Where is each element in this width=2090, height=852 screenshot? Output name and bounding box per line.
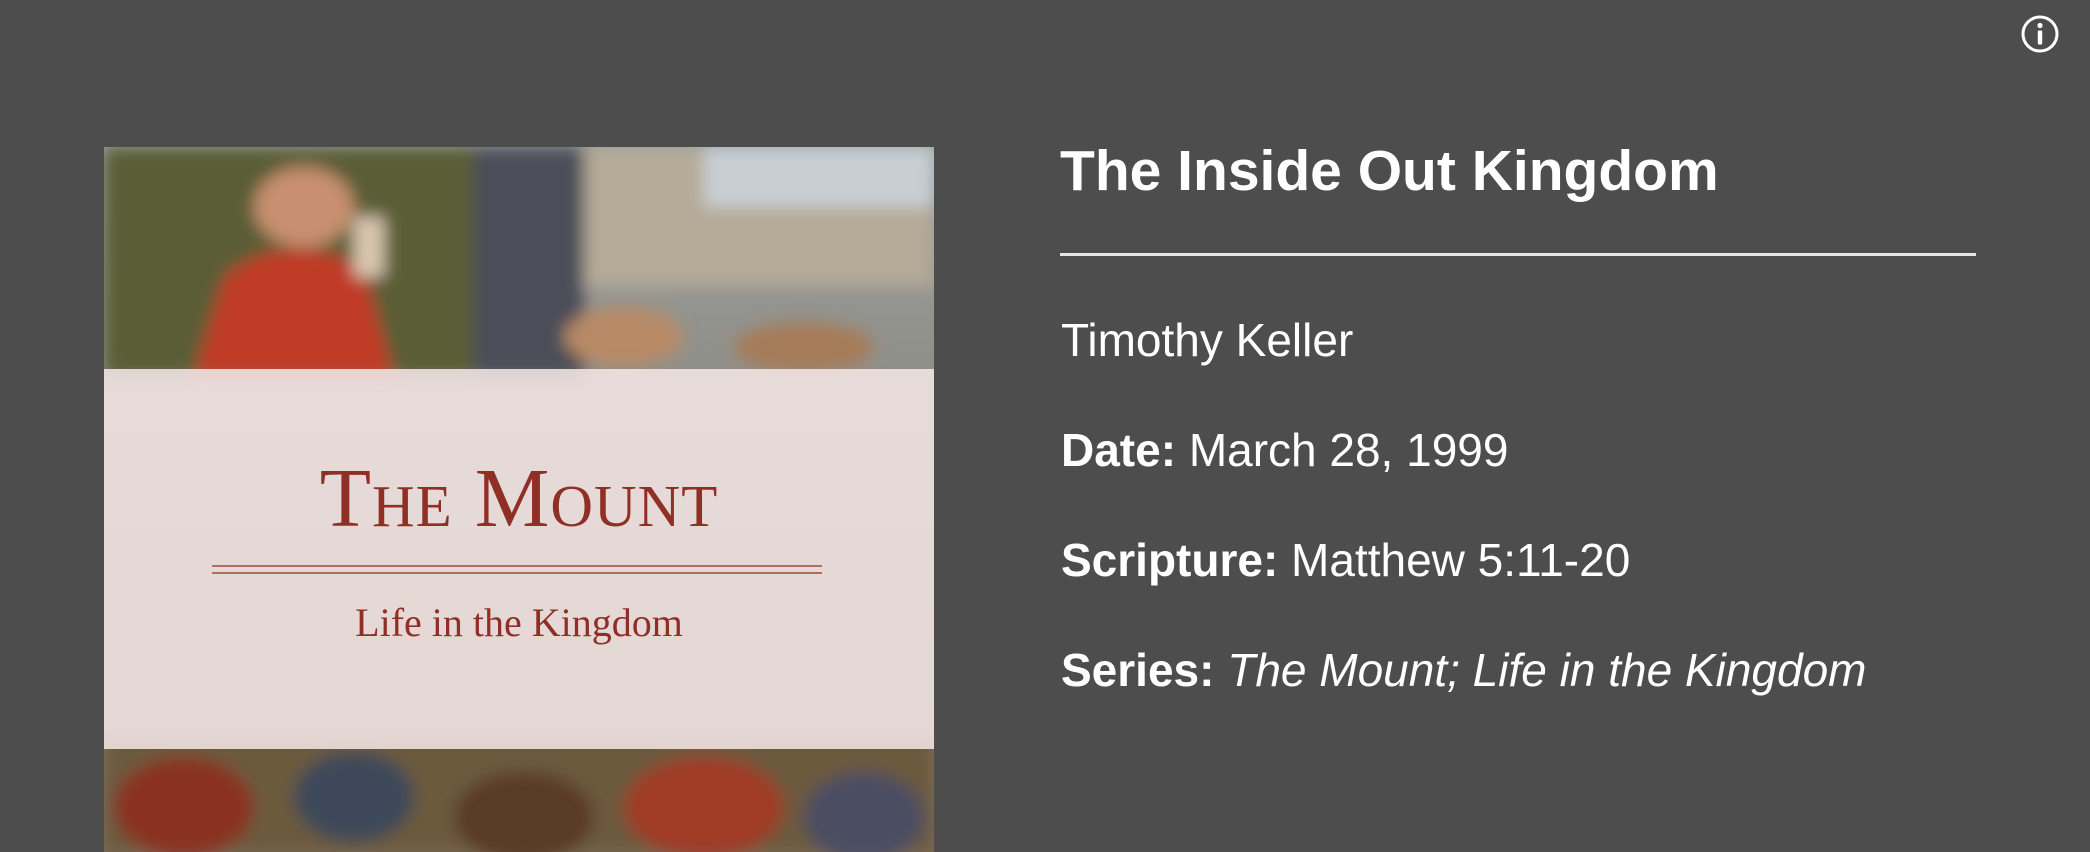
date-label: Date: — [1061, 424, 1189, 476]
artwork-title: The Mount — [319, 452, 719, 545]
speaker-name: Timothy Keller — [1061, 314, 1354, 366]
sermon-details: The Inside Out Kingdom Timothy Keller Da… — [1060, 130, 1980, 696]
artwork-subtitle: Life in the Kingdom — [355, 600, 683, 645]
artwork-divider — [212, 572, 822, 574]
artwork-divider — [212, 565, 822, 567]
info-button[interactable] — [2020, 14, 2060, 54]
sermon-detail-screen: The Mount Life in the Kingdom The Inside… — [0, 0, 2090, 852]
sermon-artwork: The Mount Life in the Kingdom — [104, 147, 934, 852]
series-label: Series: — [1061, 644, 1228, 696]
info-icon — [2021, 15, 2059, 53]
sermon-title: The Inside Out Kingdom — [1060, 139, 1719, 203]
scripture-value: Matthew 5:11-20 — [1291, 534, 1631, 586]
date-value: March 28, 1999 — [1188, 424, 1509, 476]
artwork-title-band — [104, 369, 934, 749]
scripture-label: Scripture: — [1061, 534, 1292, 586]
date-row: Date: March 28, 1999 — [1061, 420, 1508, 480]
scripture-row: Scripture: Matthew 5:11-20 — [1061, 530, 1630, 590]
title-divider — [1060, 253, 1976, 256]
series-value: The Mount; Life in the Kingdom — [1227, 644, 1867, 696]
series-row: Series: The Mount; Life in the Kingdom — [1061, 640, 1866, 700]
